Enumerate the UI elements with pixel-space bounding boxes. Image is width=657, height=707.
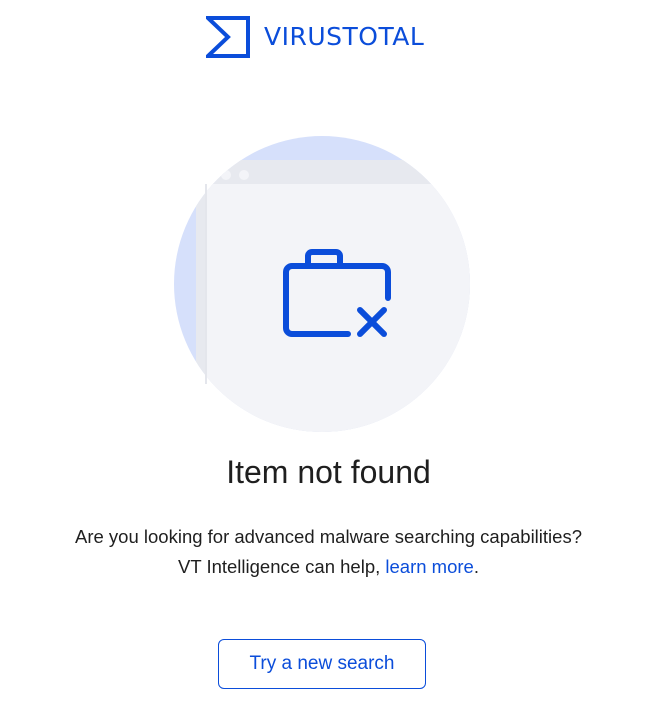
virustotal-sigma-logo-icon [206,16,250,58]
help-line-1: Are you looking for advanced malware sea… [75,526,582,547]
learn-more-link[interactable]: learn more [385,556,473,577]
help-line-2-suffix: . [473,556,479,577]
not-found-illustration [170,134,475,439]
help-line-2-prefix: VT Intelligence can help, [178,556,386,577]
help-text: Are you looking for advanced malware sea… [0,522,657,582]
page-title: Item not found [226,454,431,490]
brand-name: VIRUSTOTAL [264,22,425,51]
try-new-search-button[interactable]: Try a new search [218,639,426,689]
folder-x-icon [283,249,391,337]
virustotal-logo[interactable]: VIRUSTOTAL [206,16,424,58]
